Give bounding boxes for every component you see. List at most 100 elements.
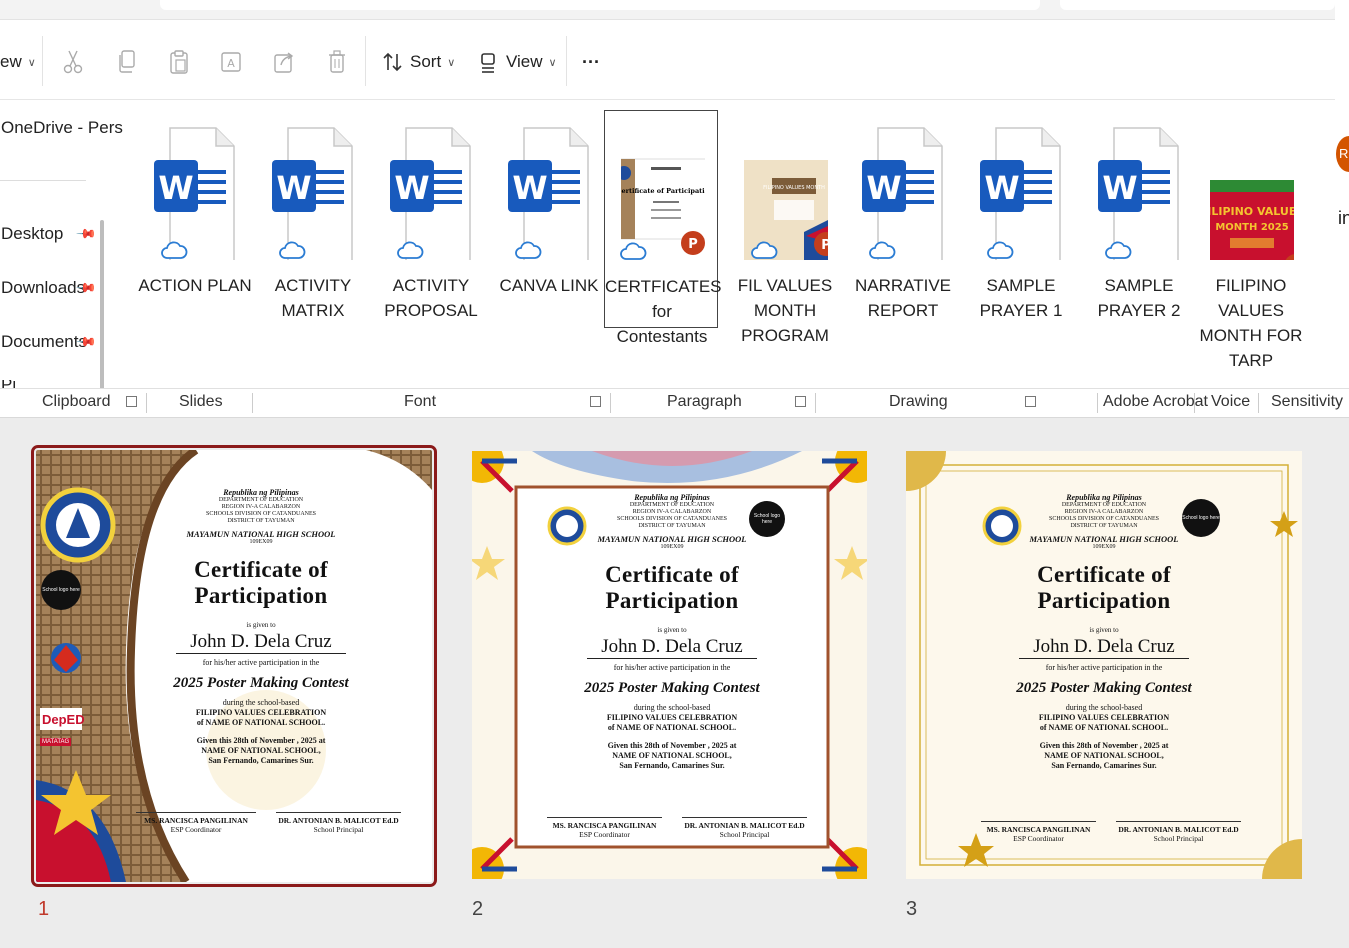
word-document-icon: W xyxy=(508,127,589,260)
chevron-down-icon: ∨ xyxy=(27,56,36,69)
cut-button[interactable] xyxy=(62,48,84,76)
nav-label: Downloads xyxy=(1,278,86,297)
cert-celebration: FILIPINO VALUES CELEBRATION xyxy=(606,713,738,722)
file-name: CANVA LINK xyxy=(499,276,599,295)
ribbon-group-drawing: Drawing xyxy=(889,393,948,410)
word-letter: W xyxy=(394,169,429,207)
dialog-launcher-icon[interactable] xyxy=(590,396,601,407)
ribbon-divider xyxy=(610,393,611,413)
pin-icon[interactable]: 📌 xyxy=(75,223,97,246)
cert-school: MAYAMUN NATIONAL HIGH SCHOOL xyxy=(597,534,747,544)
cert-of-school: of NAME OF NATIONAL SCHOOL. xyxy=(607,723,737,732)
chevron-down-icon: ∨ xyxy=(548,56,557,69)
rename-icon: A xyxy=(221,52,241,72)
search-box[interactable] xyxy=(1060,0,1335,10)
cert-school: MAYAMUN NATIONAL HIGH SCHOOL xyxy=(1029,534,1179,544)
ribbon-group-slides: Slides xyxy=(179,393,223,410)
file-item[interactable]: W ACTION PLAN xyxy=(138,110,252,328)
more-options-button[interactable]: ··· xyxy=(582,48,600,76)
cert-deped: DEPARTMENT OF EDUCATION xyxy=(629,502,715,508)
ribbon-divider xyxy=(1097,393,1098,413)
cert-of-school: of NAME OF NATIONAL SCHOOL. xyxy=(196,718,326,727)
scissors-icon xyxy=(63,50,83,74)
file-name: ACTIVITY MATRIX xyxy=(274,276,352,320)
ribbon-group-sensitivity: Sensitivity xyxy=(1271,393,1344,410)
cert-district: DISTRICT OF TAYUMAN xyxy=(638,523,706,529)
nav-divider xyxy=(0,180,86,181)
toolbar-divider xyxy=(42,36,43,86)
cert-location: San Fernando, Camarines Sur. xyxy=(1051,761,1157,770)
slide-number-2: 2 xyxy=(472,898,484,920)
rename-button[interactable]: A xyxy=(220,48,244,76)
dialog-launcher-icon[interactable] xyxy=(126,396,137,407)
word-letter: W xyxy=(984,169,1019,207)
ribbon-group-clipboard: Clipboard xyxy=(42,393,111,410)
avatar[interactable]: R xyxy=(1336,136,1349,172)
new-button[interactable]: ew ∨ xyxy=(0,48,36,76)
file-item[interactable]: Certificate of Participation P CERTFICAT… xyxy=(604,110,722,346)
view-button[interactable]: View ∨ xyxy=(478,48,557,76)
nav-item-downloads[interactable]: Downloads xyxy=(1,278,85,298)
file-item[interactable]: W SAMPLE PRAYER 2 xyxy=(1082,110,1196,328)
svg-text:A: A xyxy=(227,57,235,70)
thumb-header: FILIPINO VALUES MONTH xyxy=(763,185,825,191)
file-item[interactable]: FILIPINO VALUES MONTH P FIL VALUES MONTH… xyxy=(728,110,842,345)
signature-block-coordinator: MS. RANCISCA PANGILINAN ESP Coordinator xyxy=(547,817,662,839)
word-letter: W xyxy=(276,169,311,207)
cert-deped: DEPARTMENT OF EDUCATION xyxy=(1061,502,1147,508)
file-name: ACTIVITY PROPOSAL xyxy=(384,276,478,320)
title-strip xyxy=(0,0,1335,20)
slide-thumbnail-2[interactable]: School logo here Republika ng Pilipinas … xyxy=(472,451,867,879)
slide-thumbnail-1[interactable]: School logo here DepED MATATAG Republika… xyxy=(31,445,437,887)
sig-role: School Principal xyxy=(719,830,770,839)
dialog-launcher-icon[interactable] xyxy=(795,396,806,407)
copy-button[interactable] xyxy=(116,48,138,76)
file-grid: W ACTION PLAN W ACTIVITY MATRIX W ACTIVI… xyxy=(110,100,1335,390)
cert-division: SCHOOLS DIVISION OF CATANDUANES xyxy=(616,516,728,522)
paste-button[interactable] xyxy=(168,48,190,76)
deped-logo: DepED xyxy=(42,712,85,727)
ribbon-group-font: Font xyxy=(404,393,437,410)
certificate-content: Republika ng Pilipinas DEPARTMENT OF EDU… xyxy=(969,493,1239,771)
address-bar[interactable] xyxy=(160,0,1040,10)
sig-role: School Principal xyxy=(1153,834,1204,843)
cert-district: DISTRICT OF TAYUMAN xyxy=(227,518,295,524)
file-item[interactable]: W ACTIVITY MATRIX xyxy=(256,110,370,328)
ppt-letter: P xyxy=(821,238,828,253)
tarp-line2: MONTH 2025 xyxy=(1215,222,1288,233)
word-document-icon: W xyxy=(980,127,1061,260)
ribbon-divider xyxy=(1258,393,1259,413)
file-item[interactable]: W CANVA LINK xyxy=(492,110,606,328)
nav-item-desktop[interactable]: Desktop xyxy=(1,224,63,244)
sort-label: Sort xyxy=(410,52,442,71)
sig-name: MS. RANCISCA PANGILINAN xyxy=(981,821,1096,834)
cert-given-place: NAME OF NATIONAL SCHOOL, xyxy=(201,746,321,755)
file-name: ACTION PLAN xyxy=(138,276,252,295)
word-document-icon: W xyxy=(154,127,235,260)
ribbon-group-adobe-acrobat: Adobe Acrobat xyxy=(1103,393,1208,410)
toolbar-divider xyxy=(365,36,366,86)
ellipsis-icon: ··· xyxy=(582,51,600,72)
nav-scrollbar[interactable] xyxy=(100,220,104,390)
cert-contest: 2025 Poster Making Contest xyxy=(1016,680,1192,696)
nav-item-onedrive[interactable]: OneDrive - Pers xyxy=(1,118,123,138)
sort-button[interactable]: Sort ∨ xyxy=(382,48,455,76)
cert-during: during the school-based xyxy=(1065,703,1143,712)
share-button[interactable] xyxy=(273,48,295,76)
dialog-launcher-icon[interactable] xyxy=(1025,396,1036,407)
slide-thumbnail-3[interactable]: School logo here Republika ng Pilipinas … xyxy=(906,451,1302,879)
file-item[interactable]: W ACTIVITY PROPOSAL xyxy=(374,110,488,328)
file-item[interactable]: W NARRATIVE REPORT xyxy=(846,110,960,328)
cert-title: Certificate of Participation xyxy=(605,562,739,613)
word-letter: W xyxy=(158,169,193,207)
file-item[interactable]: W SAMPLE PRAYER 1 xyxy=(964,110,1078,328)
file-name: SAMPLE PRAYER 1 xyxy=(979,276,1063,320)
word-document-icon: W xyxy=(862,127,943,260)
cert-celebration: FILIPINO VALUES CELEBRATION xyxy=(1038,713,1170,722)
thumb-title: Certificate of Participation xyxy=(621,187,705,195)
delete-button[interactable] xyxy=(326,48,348,76)
cert-given-place: NAME OF NATIONAL SCHOOL, xyxy=(612,751,732,760)
file-item[interactable]: FILIPINO VALUES MONTH 2025 P FILIPINO VA… xyxy=(1194,110,1308,370)
cert-school-id: 109EX09 xyxy=(1092,544,1116,550)
program-presentation-thumbnail: FILIPINO VALUES MONTH P xyxy=(744,160,828,260)
